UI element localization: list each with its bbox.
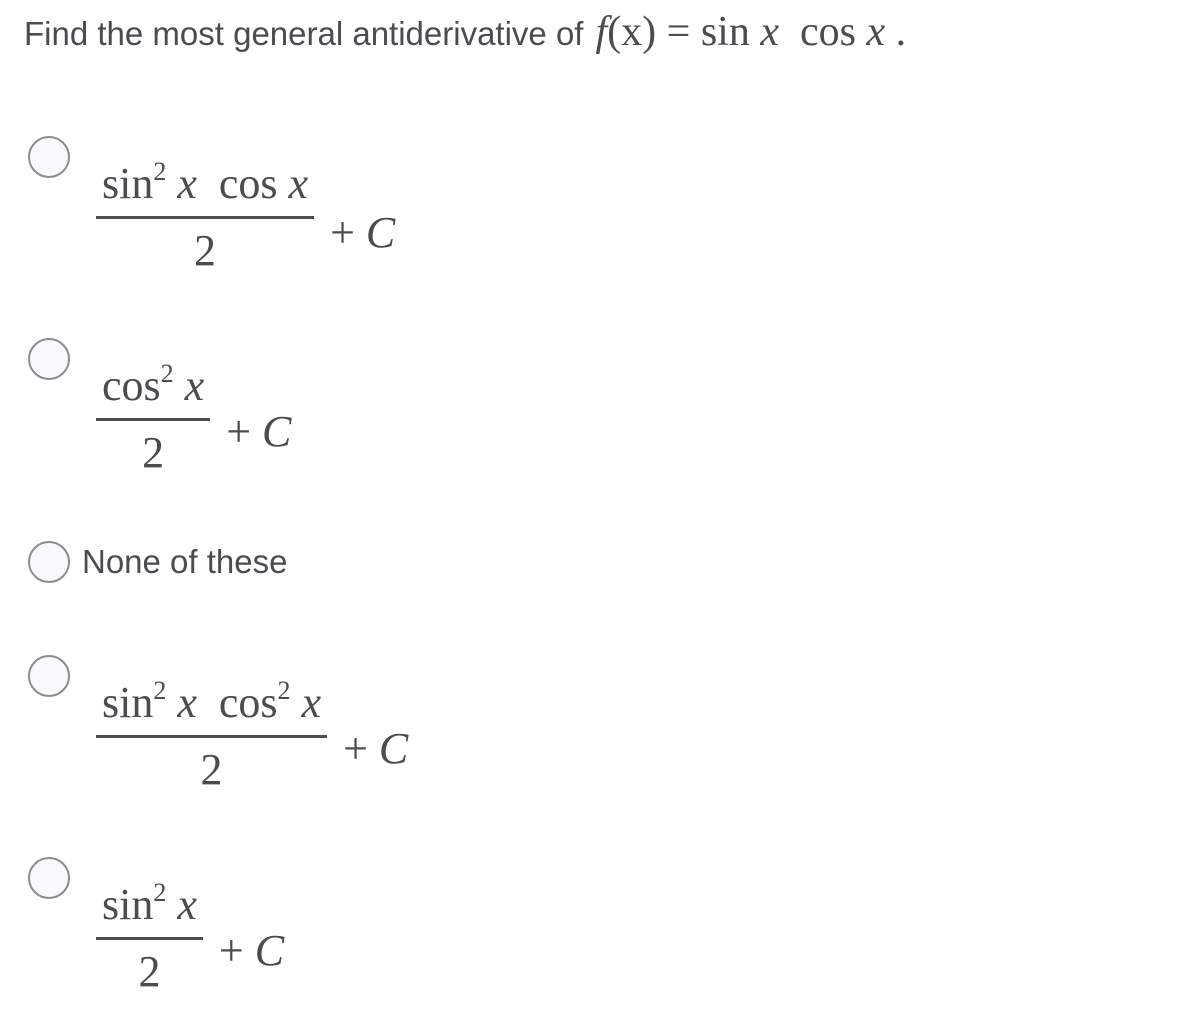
answer-option-2[interactable]: cos2 x 2 + C <box>28 338 291 475</box>
answer-option-4[interactable]: sin2 x cos2 x 2 + C <box>28 655 408 792</box>
answer-option-1[interactable]: sin2 x cos x 2 + C <box>28 136 395 273</box>
fraction: cos2 x 2 <box>96 348 211 477</box>
numerator: sin2 x cos x <box>102 157 309 208</box>
radio-button[interactable] <box>28 857 70 899</box>
numerator: sin2 x cos2 x <box>102 676 322 727</box>
question-text: Find the most general antiderivative of <box>24 15 584 52</box>
question-formula: f(x) = sin x cos x . <box>595 9 907 55</box>
radio-button[interactable] <box>28 338 70 380</box>
plus-constant: + C <box>343 724 409 773</box>
answer-option-3[interactable]: None of these <box>28 541 287 583</box>
denominator: 2 <box>138 947 161 996</box>
radio-button[interactable] <box>28 136 70 178</box>
answer-option-5[interactable]: sin2 x 2 + C <box>28 857 284 994</box>
plus-constant: + C <box>218 926 285 975</box>
fraction-bar <box>96 937 203 940</box>
fraction: sin2 x cos x 2 <box>96 146 315 275</box>
fraction: sin2 x 2 <box>96 867 203 994</box>
radio-button[interactable] <box>28 655 70 697</box>
question-prompt: Find the most general antiderivative of … <box>24 8 906 56</box>
fraction-bar <box>96 418 211 421</box>
fraction: sin2 x cos2 x 2 <box>96 665 328 794</box>
fraction-bar <box>96 735 328 738</box>
option-label: None of these <box>82 543 288 580</box>
plus-constant: + C <box>330 208 396 257</box>
radio-button[interactable] <box>28 541 70 583</box>
numerator: sin2 x <box>102 878 197 929</box>
denominator: 2 <box>200 745 223 794</box>
plus-constant: + C <box>226 407 292 456</box>
denominator: 2 <box>142 428 165 477</box>
denominator: 2 <box>194 226 217 275</box>
fraction-bar <box>96 216 315 219</box>
numerator: cos2 x <box>102 359 205 410</box>
